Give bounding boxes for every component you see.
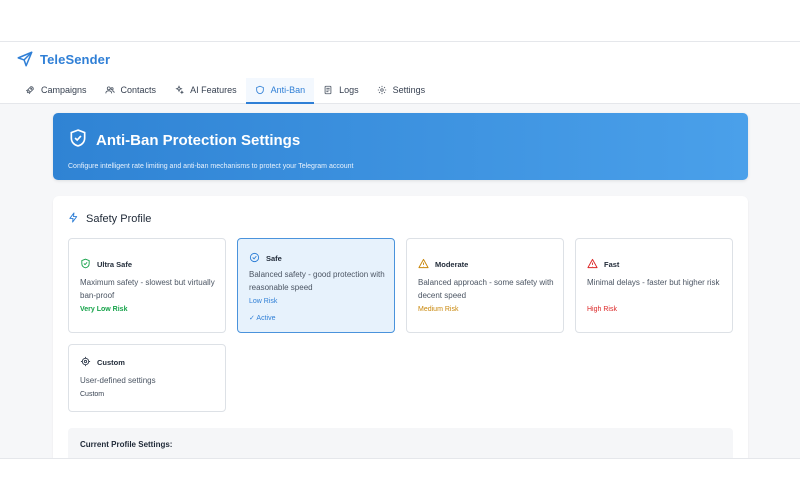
risk-label: Very Low Risk bbox=[80, 306, 128, 313]
risk-label: Medium Risk bbox=[418, 306, 459, 313]
profile-description: Minimal delays - faster but higher risk bbox=[587, 278, 720, 287]
tab-label: Contacts bbox=[120, 85, 157, 95]
main-tabs: Campaigns Contacts AI Features Anti-Ban … bbox=[16, 78, 434, 104]
profile-name: Moderate bbox=[435, 260, 469, 269]
tab-label: Anti-Ban bbox=[270, 85, 306, 95]
profile-name: Custom bbox=[97, 358, 125, 367]
page-subtitle: Configure intelligent rate limiting and … bbox=[68, 163, 354, 170]
main-content: Anti-Ban Protection Settings Configure i… bbox=[0, 104, 800, 458]
profile-name: Ultra Safe bbox=[97, 260, 133, 269]
warning-icon bbox=[418, 258, 429, 271]
risk-label: High Risk bbox=[587, 306, 617, 313]
tab-campaigns[interactable]: Campaigns bbox=[16, 78, 96, 104]
tab-settings[interactable]: Settings bbox=[368, 78, 435, 104]
sparkles-icon bbox=[174, 85, 184, 95]
profile-description: Balanced safety - good protection with r… bbox=[249, 270, 385, 292]
document-icon bbox=[323, 85, 333, 95]
profile-option-custom[interactable]: Custom User-defined settings Custom bbox=[68, 344, 226, 412]
section-title: Safety Profile bbox=[86, 213, 152, 225]
profile-name: Fast bbox=[604, 260, 620, 269]
settings-cog-icon bbox=[80, 356, 91, 369]
check-circle-icon bbox=[249, 252, 260, 265]
brand[interactable]: TeleSender bbox=[16, 50, 110, 68]
alert-triangle-icon bbox=[587, 258, 598, 271]
profile-description: User-defined settings bbox=[80, 376, 156, 385]
profile-header: Moderate bbox=[418, 258, 468, 271]
profile-header: Safe bbox=[249, 252, 282, 265]
paper-plane-icon bbox=[16, 50, 34, 68]
profile-option-moderate[interactable]: Moderate Balanced approach - some safety… bbox=[406, 238, 564, 333]
tab-ai-features[interactable]: AI Features bbox=[165, 78, 246, 104]
risk-label: Custom bbox=[80, 391, 105, 398]
anti-ban-banner: Anti-Ban Protection Settings Configure i… bbox=[53, 113, 748, 180]
tab-label: Campaigns bbox=[41, 85, 87, 95]
banner-title-row: Anti-Ban Protection Settings bbox=[68, 128, 300, 152]
bottom-strip bbox=[0, 458, 800, 500]
app-header: TeleSender Campaigns Contacts AI Feature… bbox=[0, 42, 800, 104]
tab-label: AI Features bbox=[190, 85, 237, 95]
risk-label: Low Risk bbox=[249, 298, 278, 305]
browser-top-strip bbox=[0, 0, 800, 42]
tab-logs[interactable]: Logs bbox=[314, 78, 368, 104]
rocket-icon bbox=[25, 85, 35, 95]
current-profile-label: Current Profile Settings: bbox=[80, 440, 173, 449]
safety-profile-card: Safety Profile Ultra Safe Maximum safety… bbox=[53, 196, 748, 458]
current-profile-settings: Current Profile Settings: bbox=[68, 428, 733, 458]
profile-name: Safe bbox=[266, 254, 282, 263]
lightning-icon bbox=[68, 212, 79, 226]
profile-header: Ultra Safe bbox=[80, 258, 132, 271]
tab-contacts[interactable]: Contacts bbox=[96, 78, 166, 104]
section-title-row: Safety Profile bbox=[68, 212, 151, 226]
profile-option-ultra-safe[interactable]: Ultra Safe Maximum safety - slowest but … bbox=[68, 238, 226, 333]
shield-icon bbox=[255, 85, 265, 95]
profile-option-fast[interactable]: Fast Minimal delays - faster but higher … bbox=[575, 238, 733, 333]
profile-description: Maximum safety - slowest but virtually b… bbox=[80, 278, 215, 300]
profile-description: Balanced approach - some safety with dec… bbox=[418, 278, 554, 300]
tab-label: Logs bbox=[339, 85, 359, 95]
page-title: Anti-Ban Protection Settings bbox=[96, 131, 301, 149]
active-indicator: ✓ Active bbox=[249, 315, 276, 322]
profile-header: Custom bbox=[80, 356, 125, 369]
shield-check-icon bbox=[80, 258, 91, 271]
users-icon bbox=[104, 85, 115, 95]
profile-header: Fast bbox=[587, 258, 619, 271]
tab-label: Settings bbox=[392, 85, 426, 95]
tab-anti-ban[interactable]: Anti-Ban bbox=[245, 78, 315, 104]
app-name: TeleSender bbox=[40, 51, 111, 67]
gear-icon bbox=[377, 85, 387, 95]
shield-check-icon bbox=[68, 128, 88, 152]
profile-option-safe[interactable]: Safe Balanced safety - good protection w… bbox=[237, 238, 395, 333]
